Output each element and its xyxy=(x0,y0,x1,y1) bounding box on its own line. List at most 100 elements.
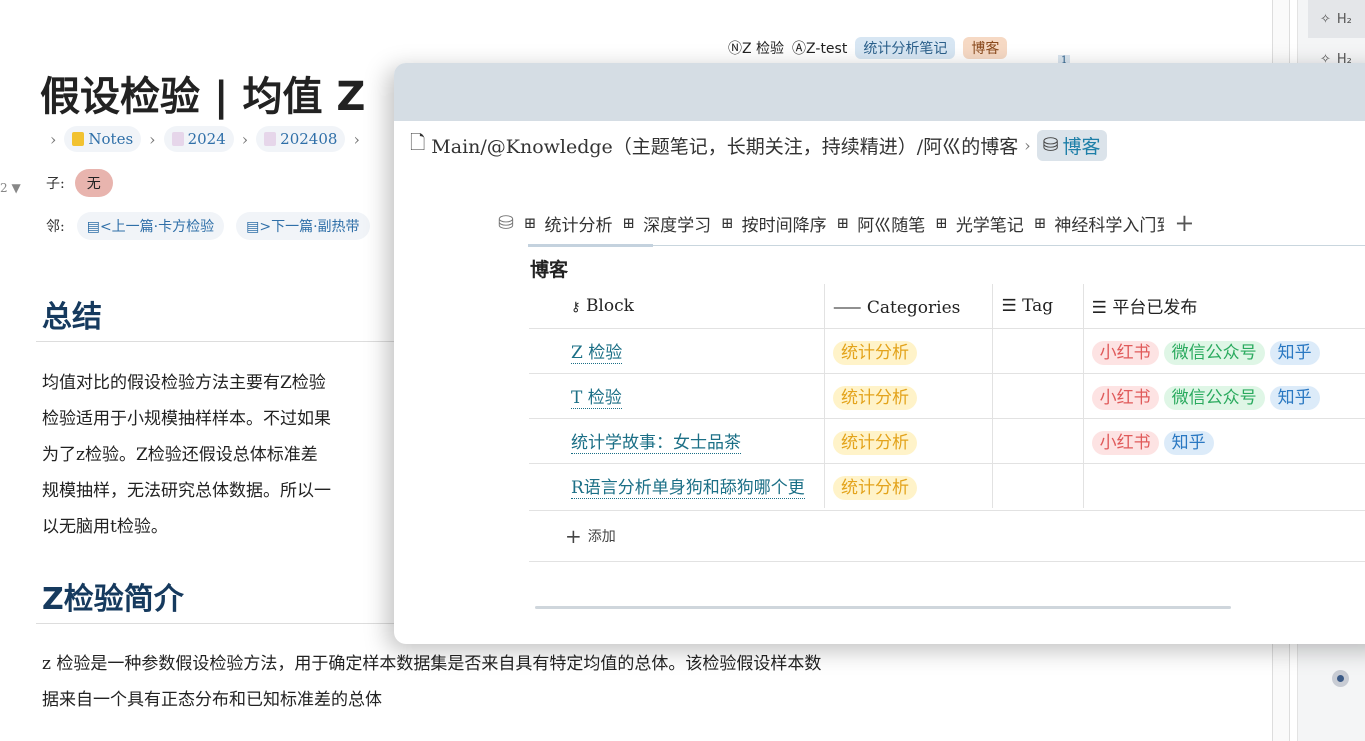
tab-optics[interactable]: ⊞ 光学笔记 xyxy=(935,211,1024,236)
intro-paragraph: z 检验是一种参数假设检验方法，用于确定样本数据集是否来自具有特定均值的总体。该… xyxy=(42,654,822,710)
page-tags: ⓃZ 检验 ⒶZ-test 统计分析笔记 博客 xyxy=(728,37,1008,59)
cell-tag[interactable] xyxy=(992,462,1084,508)
platform-tag[interactable]: 微信公众号 xyxy=(1163,386,1265,410)
block-link[interactable]: Z 检验 xyxy=(571,343,623,364)
name-alias: ⓃZ 检验 xyxy=(728,41,785,57)
heading-intro: Z检验简介 xyxy=(42,582,184,617)
view-tabs: ⛁ ⊞ 统计分析 ⊞ 深度学习 ⊞ 按时间降序 ⊞ 阿巛随笔 ⊞ 光学笔记 ⊞ 神经科学入门… xyxy=(498,209,1195,237)
children-none[interactable]: 无 xyxy=(74,169,113,197)
chevron-right-icon: › xyxy=(353,129,360,149)
category-tag: 统计分析 xyxy=(832,386,917,410)
table-row: R语言分析单身狗和舔狗哪个更 统计分析 xyxy=(529,462,1365,508)
tab-deep-learning[interactable]: ⊞ 深度学习 xyxy=(623,211,712,236)
column-platforms[interactable]: ☰ 平台已发布 xyxy=(1082,284,1365,329)
tab-divider xyxy=(528,245,1365,246)
children-row: 子: 无 xyxy=(46,169,113,197)
block-link[interactable]: 统计学故事：女士品茶 xyxy=(571,433,741,454)
summary-paragraph: 均值对比的假设检验方法主要有Z检验 检验适用于小规模抽样样本。不过如果 为了z检验。… xyxy=(42,373,331,537)
category-tag: 统计分析 xyxy=(832,431,917,455)
chevron-right-icon: › xyxy=(1024,135,1031,155)
platform-tag[interactable]: 微信公众号 xyxy=(1163,341,1265,365)
table-row: T 检验 统计分析 小红书 微信公众号 知乎 xyxy=(529,372,1365,418)
block-link[interactable]: T 检验 xyxy=(571,388,622,409)
category-tag: 统计分析 xyxy=(832,476,917,501)
column-block[interactable]: ⚷ Block xyxy=(529,284,825,329)
breadcrumb-2024[interactable]: 2024 xyxy=(163,126,234,152)
fold-toggle[interactable]: 2 ▼ xyxy=(0,181,21,195)
plus-icon: + xyxy=(565,524,582,548)
prev-link[interactable]: ▤<上一篇·卡方检验 xyxy=(76,212,225,240)
database-popup: 🗋 Main/@Knowledge（主题笔记，长期关注，持续精进）/阿巛的博客 … xyxy=(394,63,1365,644)
path-link[interactable]: Main/@Knowledge（主题笔记，长期关注，持续精进）/阿巛的博客 xyxy=(431,132,1018,159)
table-icon: ⊞ xyxy=(836,214,850,232)
table-icon: ⊞ xyxy=(721,214,734,232)
cell-tag[interactable] xyxy=(992,327,1084,373)
file-icon: 🗋 xyxy=(410,132,426,154)
cell-tag[interactable] xyxy=(992,417,1084,463)
active-tab-indicator xyxy=(528,244,653,247)
table-title: 博客 xyxy=(530,259,569,281)
platform-tag[interactable]: 小红书 xyxy=(1091,341,1159,365)
list-icon: ☰ xyxy=(1091,298,1107,319)
chevron-right-icon: › xyxy=(50,129,57,149)
table-icon: ⊞ xyxy=(523,214,537,232)
breadcrumb: › Notes › 2024 › 202408 › xyxy=(50,126,360,152)
platform-tag[interactable]: 知乎 xyxy=(1269,341,1320,365)
cell-block: Z 检验 xyxy=(529,327,825,373)
platform-tag[interactable]: 小红书 xyxy=(1091,386,1159,410)
database-icon: ⛁ xyxy=(1042,134,1059,156)
table-header: ⚷ Block ⸺ Categories ☰ Tag ☰ 平台已发布 xyxy=(529,284,1365,329)
document-icon xyxy=(264,132,277,146)
cell-block: R语言分析单身狗和舔狗哪个更 xyxy=(529,462,825,508)
notebook-icon xyxy=(72,132,85,146)
table-row: Z 检验 统计分析 小红书 微信公众号 知乎 xyxy=(529,327,1365,373)
key-icon: ⚷ xyxy=(571,299,581,315)
tab-essays[interactable]: ⊞ 阿巛随笔 xyxy=(837,211,926,236)
platform-tag[interactable]: 小红书 xyxy=(1091,431,1159,455)
outline-item[interactable]: ✧ H₂ xyxy=(1308,0,1365,38)
tab-neuro[interactable]: ⊞ 神经科学入门到 xyxy=(1034,211,1165,236)
table-icon: ⊞ xyxy=(622,214,636,232)
column-tag[interactable]: ☰ Tag xyxy=(992,284,1084,329)
cell-tag[interactable] xyxy=(992,372,1084,418)
database-icon: ⛁ xyxy=(498,212,514,234)
database-link[interactable]: ⛁ 博客 xyxy=(1036,129,1107,161)
add-view-button[interactable]: + xyxy=(1174,209,1194,237)
cell-block: 统计学故事：女士品茶 xyxy=(529,417,825,463)
outline-dot-icon[interactable] xyxy=(1332,670,1349,687)
platform-tag[interactable]: 知乎 xyxy=(1163,431,1214,455)
page-title: 假设检验 | 均值 Z xyxy=(40,74,366,120)
platform-tag[interactable]: 知乎 xyxy=(1269,386,1320,410)
breadcrumb-notes[interactable]: Notes xyxy=(64,126,142,152)
cell-platforms[interactable]: 小红书 微信公众号 知乎 xyxy=(1082,372,1365,418)
list-icon: ☰ xyxy=(1001,295,1017,316)
tag-stats-notes[interactable]: 统计分析笔记 xyxy=(855,37,956,59)
popup-header-bar[interactable] xyxy=(394,63,1365,121)
table-icon: ⊞ xyxy=(935,214,948,232)
cell-platforms[interactable] xyxy=(1082,462,1365,508)
tab-stats[interactable]: ⊞ 统计分析 xyxy=(524,211,613,236)
neighbors-row: 邻: ▤<上一篇·卡方检验 ▤>下一篇·副热带 xyxy=(46,212,370,240)
block-link[interactable]: R语言分析单身狗和舔狗哪个更 xyxy=(571,478,805,500)
cell-platforms[interactable]: 小红书 微信公众号 知乎 xyxy=(1082,327,1365,373)
column-categories[interactable]: ⸺ Categories xyxy=(823,284,993,329)
tag-blog[interactable]: 博客 xyxy=(963,37,1008,59)
cell-category[interactable]: 统计分析 xyxy=(823,462,993,508)
table-icon: ⊞ xyxy=(1033,214,1047,232)
tab-time-desc[interactable]: ⊞ 按时间降序 xyxy=(721,211,827,236)
breadcrumb-202408[interactable]: 202408 xyxy=(256,126,346,152)
cell-platforms[interactable]: 小红书 知乎 xyxy=(1082,417,1365,463)
table-row: 统计学故事：女士品茶 统计分析 小红书 知乎 xyxy=(529,417,1365,463)
select-icon: ⸺ xyxy=(832,298,862,319)
chevron-right-icon: › xyxy=(149,129,156,149)
cell-category[interactable]: 统计分析 xyxy=(823,372,993,418)
add-row-button[interactable]: + 添加 xyxy=(529,510,1365,562)
horizontal-scrollbar[interactable] xyxy=(535,606,1231,609)
cell-category[interactable]: 统计分析 xyxy=(823,327,993,373)
next-link[interactable]: ▤>下一篇·副热带 xyxy=(236,212,370,240)
category-tag: 统计分析 xyxy=(832,341,917,365)
heading-summary: 总结 xyxy=(42,300,102,335)
alias: ⒶZ-test xyxy=(792,41,848,57)
cell-category[interactable]: 统计分析 xyxy=(823,417,993,463)
cell-block: T 检验 xyxy=(529,372,825,418)
